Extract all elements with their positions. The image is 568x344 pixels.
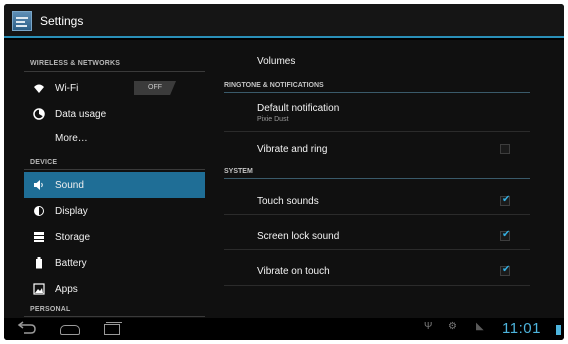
wifi-icon (33, 82, 45, 94)
volumes-item[interactable]: Volumes (224, 40, 530, 74)
action-bar: Settings (4, 4, 564, 38)
sidebar-item-apps[interactable]: Apps (24, 276, 205, 302)
sidebar-item-more[interactable]: More… (24, 127, 205, 153)
checkmark-icon: ✔ (502, 229, 511, 240)
divider (24, 169, 205, 170)
sidebar-item-sound[interactable]: Sound (24, 172, 205, 198)
divider (24, 71, 205, 72)
recent-apps-icon[interactable] (104, 324, 120, 335)
default-notification-label: Default notification (257, 103, 340, 114)
sidebar-item-storage[interactable]: Storage (24, 224, 205, 250)
vibrate-on-touch-checkbox[interactable]: ✔ (500, 264, 511, 276)
screen-lock-sound-checkbox[interactable]: ✔ (500, 229, 511, 241)
sidebar-item-label: Apps (55, 284, 78, 295)
brightness-icon (33, 205, 45, 217)
checkmark-icon: ✔ (502, 264, 511, 275)
wifi-toggle[interactable]: OFF (134, 81, 176, 95)
volume-icon (33, 179, 45, 191)
touch-sounds-checkbox[interactable]: ✔ (500, 194, 511, 206)
volumes-label: Volumes (257, 56, 296, 67)
default-notification-item[interactable]: Default notification Pixie Dust (224, 94, 530, 132)
touch-sounds-item[interactable]: Touch sounds ✔ (224, 180, 530, 215)
sidebar-item-battery[interactable]: Battery (24, 250, 205, 276)
battery-icon (33, 257, 45, 269)
screenshot: Settings WIRELESS & NETWORKS Wi-Fi OFF D… (0, 0, 568, 344)
default-notification-summary: Pixie Dust (257, 116, 289, 123)
sidebar-item-label: Storage (55, 232, 91, 243)
settings-app-icon[interactable] (12, 11, 32, 31)
sidebar-item-label: Data usage (55, 109, 107, 120)
debug-icon: ⚙ (448, 321, 457, 332)
storage-icon (33, 231, 45, 243)
sidebar-item-data-usage[interactable]: Data usage (24, 101, 205, 127)
usb-icon: Ψ (424, 321, 433, 332)
sound-settings-pane: Volumes RINGTONE & NOTIFICATIONS Default… (224, 40, 530, 318)
vibrate-and-ring-checkbox[interactable] (500, 144, 510, 154)
sidebar-item-label: More… (55, 133, 88, 144)
screen-lock-sound-item[interactable]: Screen lock sound ✔ (224, 215, 530, 250)
apps-icon (33, 283, 45, 295)
clock[interactable]: 11:01 (502, 320, 541, 337)
sidebar-item-label: Battery (55, 258, 87, 269)
sidebar-item-label: Sound (55, 180, 84, 191)
divider (24, 316, 205, 317)
vibrate-on-touch-label: Vibrate on touch (257, 266, 330, 277)
vibrate-on-touch-item[interactable]: Vibrate on touch ✔ (224, 250, 530, 286)
vibrate-and-ring-label: Vibrate and ring (257, 144, 328, 155)
sidebar-item-label: Display (55, 206, 88, 217)
settings-content: WIRELESS & NETWORKS Wi-Fi OFF Data usage (4, 40, 564, 318)
signal-icon: ◣ (476, 321, 484, 332)
section-header-wireless: WIRELESS & NETWORKS (30, 60, 121, 67)
tablet-screen: Settings WIRELESS & NETWORKS Wi-Fi OFF D… (4, 4, 564, 340)
section-header-system: SYSTEM (224, 168, 530, 179)
screen-lock-sound-label: Screen lock sound (257, 231, 340, 242)
checkmark-icon: ✔ (502, 194, 511, 205)
sidebar-item-display[interactable]: Display (24, 198, 205, 224)
system-bar: Ψ ⚙ ◣ 11:01 (4, 318, 564, 340)
home-icon[interactable] (60, 325, 80, 335)
back-icon[interactable] (16, 321, 38, 340)
settings-categories: WIRELESS & NETWORKS Wi-Fi OFF Data usage (24, 40, 205, 318)
page-title: Settings (40, 14, 84, 28)
touch-sounds-label: Touch sounds (257, 196, 319, 207)
vibrate-and-ring-item[interactable]: Vibrate and ring (224, 132, 530, 166)
section-header-ringtone: RINGTONE & NOTIFICATIONS (224, 82, 530, 93)
data-usage-icon (33, 108, 45, 120)
section-header-device: DEVICE (30, 159, 58, 166)
sidebar-item-wifi[interactable]: Wi-Fi OFF (24, 75, 205, 101)
battery-status-icon (556, 325, 561, 335)
sidebar-item-label: Wi-Fi (55, 83, 79, 94)
section-header-personal: PERSONAL (30, 306, 71, 313)
